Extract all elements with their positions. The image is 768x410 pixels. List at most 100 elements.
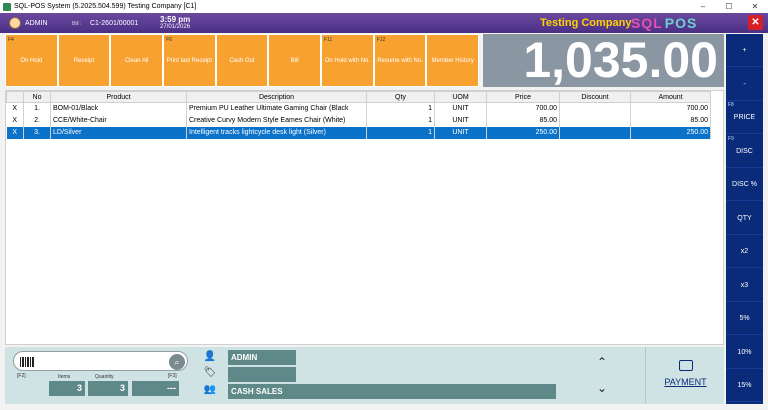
col-amount[interactable]: Amount (630, 91, 711, 103)
member-history-button[interactable]: Member History (426, 34, 480, 87)
discount-10-button[interactable]: 10% (726, 336, 763, 369)
barcode-input[interactable] (40, 355, 165, 368)
cell-amount: 700.00 (630, 102, 711, 115)
button-label: 5% (739, 314, 750, 322)
cell-no: 3. (23, 126, 51, 139)
cell-uom: UNIT (434, 114, 487, 127)
fkey-label: F12 (376, 37, 386, 43)
member-field[interactable] (228, 367, 296, 382)
cell-uom: UNIT (434, 126, 487, 139)
col-uom[interactable]: UOM (434, 91, 487, 103)
col-price[interactable]: Price (486, 91, 560, 103)
table-row-selected[interactable]: X 3. LD/Silver Intelligent tracks lightc… (6, 126, 711, 139)
f3-label: [F3] (168, 373, 177, 379)
cell-price: 85.00 (486, 114, 560, 127)
button-label: 10% (737, 348, 752, 356)
quantity-label: Quantity (95, 374, 114, 380)
increase-qty-button[interactable]: + (726, 34, 763, 67)
col-remove (6, 91, 24, 103)
col-description[interactable]: Description (186, 91, 367, 103)
search-icon[interactable]: ⌕ (169, 354, 185, 370)
close-icon[interactable]: ✕ (748, 15, 763, 30)
items-table-panel: No Product Description Qty UOM Price Dis… (5, 90, 724, 345)
price-button[interactable]: F8 PRICE (726, 101, 763, 134)
bottom-panel: ⌕ [F2] Items Quantity [F3] 3 3 --- 👤 🏷 👥… (5, 347, 724, 404)
header-time: 3:59 pm (160, 15, 191, 24)
payment-label: PAYMENT (664, 377, 707, 387)
col-qty[interactable]: Qty (366, 91, 435, 103)
app-icon (3, 2, 11, 11)
remove-item-button[interactable]: X (6, 126, 24, 139)
cell-price: 250.00 (486, 126, 560, 139)
button-label: Clean All (124, 57, 149, 64)
cell-uom: UNIT (434, 102, 487, 115)
x3-button[interactable]: x3 (726, 269, 763, 302)
fkey-label: F8 (728, 102, 734, 108)
scroll-up-button[interactable]: ⌃ (563, 349, 641, 375)
fkey-label: F6 (166, 37, 172, 43)
items-count: 3 (49, 381, 85, 396)
resume-with-no-button[interactable]: F12 Resume with No. (373, 34, 427, 87)
button-label: Receipt (73, 57, 95, 64)
customer-field[interactable]: CASH SALES (228, 384, 556, 399)
decrease-qty-button[interactable]: - (726, 68, 763, 101)
on-hold-with-no-button[interactable]: F11 On Hold with No. (321, 34, 374, 87)
remove-item-button[interactable]: X (6, 102, 24, 115)
maximize-button[interactable]: ☐ (716, 0, 742, 13)
bill-button[interactable]: Bill (268, 34, 322, 87)
fkey-label: F4 (8, 37, 14, 43)
button-label: On Hold with No. (324, 57, 371, 64)
cell-description: Intelligent tracks lightcycle desk light… (186, 126, 367, 139)
cell-price: 700.00 (486, 102, 560, 115)
button-label: DISC % (732, 180, 757, 188)
col-discount[interactable]: Discount (559, 91, 631, 103)
button-label: DISC (736, 147, 753, 155)
remove-item-button[interactable]: X (6, 114, 24, 127)
cell-no: 2. (23, 114, 51, 127)
cell-product: BOM-01/Black (50, 102, 187, 115)
discount-15-button[interactable]: 15% (726, 369, 763, 402)
cashier-field: ADMIN (228, 350, 296, 365)
clean-all-button[interactable]: Clean All (110, 34, 164, 87)
cell-qty: 1 (366, 102, 435, 115)
fkey-label: F9 (728, 136, 734, 142)
disc-button[interactable]: F9 DISC (726, 135, 763, 168)
receipt-button[interactable]: Receipt (57, 34, 111, 87)
cell-description: Premium PU Leather Ultimate Gaming Chair… (186, 102, 367, 115)
table-row[interactable]: X 1. BOM-01/Black Premium PU Leather Ult… (6, 102, 711, 115)
discount-5-button[interactable]: 5% (726, 302, 763, 335)
payment-button[interactable]: PAYMENT (645, 347, 724, 404)
minimize-button[interactable]: – (690, 0, 716, 13)
member-tag-icon: 🏷 (203, 367, 217, 378)
logo-sql: SQL (631, 15, 663, 31)
print-last-receipt-button[interactable]: F6 Print last Receipt (163, 34, 216, 87)
on-hold-button[interactable]: F4 On Hold (5, 34, 58, 87)
items-label: Items (58, 374, 71, 380)
bill-number: C1-2601/00001 (90, 20, 139, 27)
extra-value: --- (132, 381, 179, 396)
cell-amount: 85.00 (630, 114, 711, 127)
window-title: SQL-POS System (5.2025.504.599) Testing … (14, 3, 197, 10)
sqlpos-logo: SQL POS (631, 15, 697, 31)
table-row[interactable]: X 2. CCE/White-Chair Creative Curvy Mode… (6, 114, 711, 127)
button-label: QTY (737, 214, 752, 222)
cell-no: 1. (23, 102, 51, 115)
cash-out-button[interactable]: Cash Out (215, 34, 269, 87)
cash-icon (679, 360, 693, 371)
disc-percent-button[interactable]: DISC % (726, 168, 763, 201)
header-bar: ADMIN Bill : C1-2601/00001 3:59 pm 27/01… (0, 13, 768, 33)
col-product[interactable]: Product (50, 91, 187, 103)
x2-button[interactable]: x2 (726, 235, 763, 268)
col-no[interactable]: No (23, 91, 51, 103)
total-amount-display: 1,035.00 (483, 34, 724, 87)
button-label: Print last Receipt (166, 57, 213, 64)
barcode-search-box[interactable]: ⌕ (13, 351, 188, 371)
qty-button[interactable]: QTY (726, 202, 763, 235)
scroll-down-button[interactable]: ⌄ (563, 375, 641, 401)
cell-amount: 250.00 (630, 126, 711, 139)
f2-label: [F2] (17, 373, 26, 379)
window-close-button[interactable]: ✕ (742, 0, 768, 13)
button-label: Resume with No. (377, 57, 423, 64)
button-label: x3 (740, 281, 749, 289)
cashier-icon: 👤 (203, 351, 217, 362)
